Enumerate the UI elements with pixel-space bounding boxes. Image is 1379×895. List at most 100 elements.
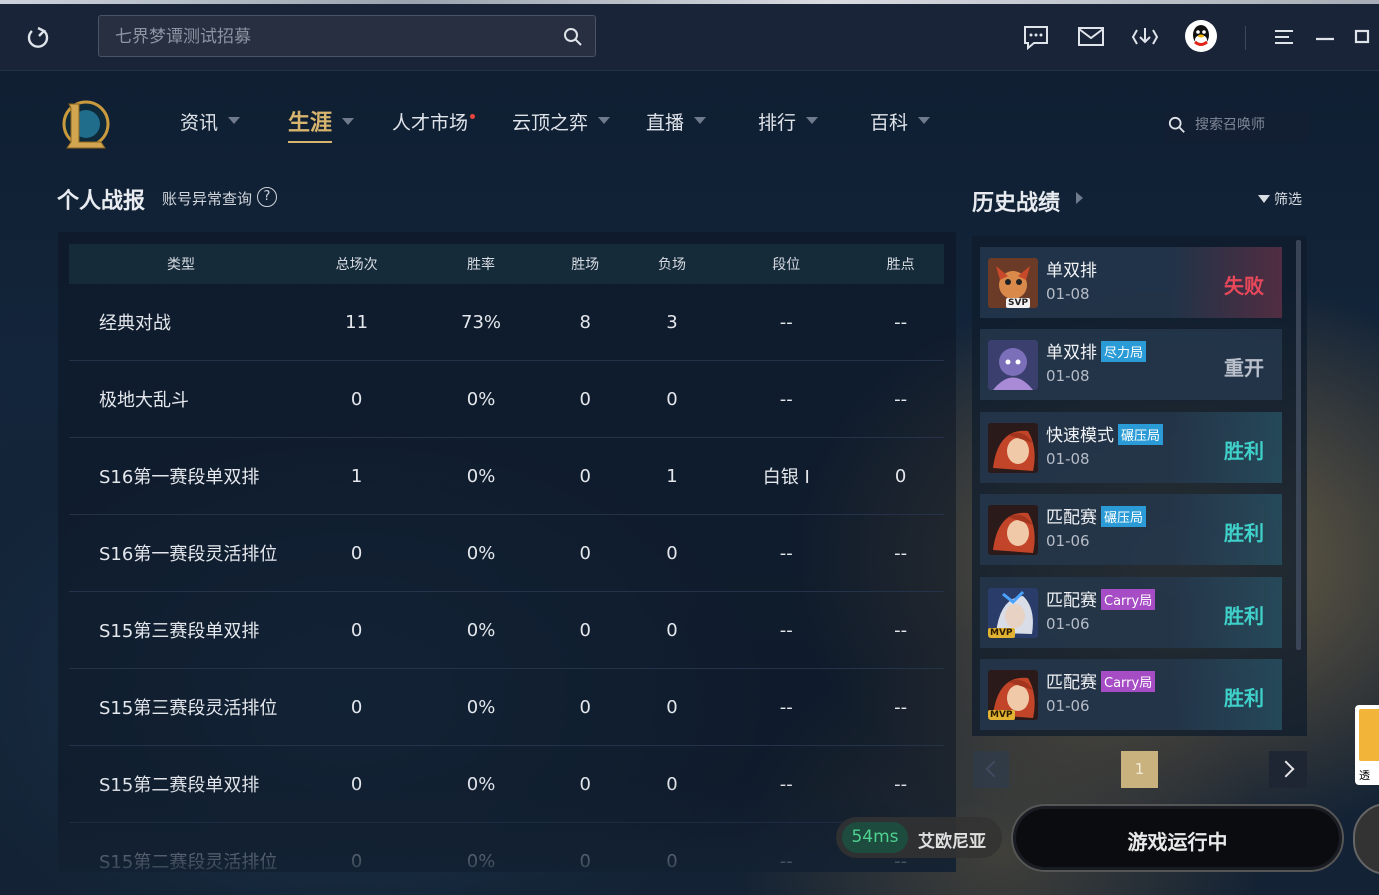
cell-total: 0 <box>293 514 421 592</box>
match-card[interactable]: 匹配赛 碾压局 01-06 胜利 <box>980 494 1282 565</box>
cell-lp: -- <box>857 284 944 361</box>
match-card[interactable]: 快速模式 碾压局 01-08 胜利 <box>980 412 1282 483</box>
nav-career[interactable]: 生涯 <box>288 105 355 143</box>
chevron-down-icon <box>918 117 931 124</box>
chevron-down-icon <box>806 117 819 124</box>
cell-wins: 0 <box>541 437 629 515</box>
chevron-right-icon <box>1277 760 1295 778</box>
download-icon[interactable] <box>1131 24 1159 50</box>
match-tag: 尽力局 <box>1101 340 1147 362</box>
match-result: 胜利 <box>1224 521 1264 545</box>
column-header: 负场 <box>657 257 686 273</box>
cell-rank: -- <box>715 668 858 746</box>
cell-losses: 0 <box>628 591 716 669</box>
minimize-icon[interactable] <box>1313 24 1341 50</box>
side-button[interactable] <box>1353 803 1379 875</box>
match-result: 胜利 <box>1224 686 1264 710</box>
cell-rank: -- <box>715 514 858 592</box>
server-status[interactable]: 54ms 艾欧尼亚 <box>836 817 1002 858</box>
mvp-badge: MVP <box>988 628 1015 638</box>
prev-page-button[interactable] <box>973 751 1009 788</box>
qq-avatar[interactable] <box>1185 20 1217 52</box>
match-mode-label: 单双排 <box>1046 261 1097 281</box>
cell-lp: 0 <box>857 437 944 515</box>
cell-losses: 0 <box>628 514 716 592</box>
notification-dot <box>470 114 476 119</box>
match-mode-label: 匹配赛 <box>1046 508 1097 528</box>
cell-winrate: 0% <box>420 668 542 746</box>
match-date: 01-06 <box>1046 615 1090 633</box>
match-card[interactable]: SVP 单双排 01-08 失败 <box>980 247 1282 318</box>
summoner-search-box[interactable] <box>1165 110 1310 142</box>
cell-total: 0 <box>293 822 421 872</box>
column-header: 胜率 <box>467 257 496 273</box>
cell-type: 极地大乱斗 <box>69 360 293 438</box>
nav-tft[interactable]: 云顶之弈 <box>512 108 611 135</box>
help-icon[interactable]: ? <box>257 187 277 207</box>
cell-lp: -- <box>857 591 944 669</box>
cell-rank: -- <box>715 745 858 823</box>
summoner-search-input[interactable] <box>1193 116 1307 134</box>
search-icon[interactable] <box>1168 116 1186 134</box>
mail-icon[interactable] <box>1077 24 1105 50</box>
match-tag: 碾压局 <box>1118 423 1164 445</box>
mvp-badge: MVP <box>988 710 1015 720</box>
match-card[interactable]: 单双排 尽力局 01-08 重开 <box>980 329 1282 400</box>
restore-icon[interactable] <box>1352 24 1379 50</box>
table-row: S15第二赛段单双排 0 0% 0 0 -- -- <box>69 745 944 823</box>
side-ad[interactable]: 透 <box>1355 705 1379 785</box>
global-search-input[interactable] <box>113 25 547 49</box>
chevron-right-icon[interactable] <box>1076 192 1083 204</box>
global-search-box[interactable] <box>98 15 596 57</box>
nav-talent-market[interactable]: 人才市场 <box>392 108 476 135</box>
refresh-icon[interactable] <box>24 24 52 52</box>
cell-wins: 0 <box>541 745 629 823</box>
cell-type: S16第一赛段单双排 <box>69 437 293 515</box>
next-page-button[interactable] <box>1269 751 1307 788</box>
nav-live[interactable]: 直播 <box>646 108 707 135</box>
lol-logo[interactable] <box>59 96 113 152</box>
match-mode-label: 单双排 <box>1046 343 1097 363</box>
account-check-link[interactable]: 账号异常查询 <box>162 188 252 209</box>
cell-winrate: 73% <box>420 284 542 361</box>
cell-wins: 8 <box>541 284 629 361</box>
cell-wins: 0 <box>541 822 629 872</box>
nav-ranking[interactable]: 排行 <box>758 108 819 135</box>
cell-total: 1 <box>293 437 421 515</box>
champion-avatar: MVP <box>988 670 1038 720</box>
nav-news[interactable]: 资讯 <box>180 108 241 135</box>
cell-rank: -- <box>715 822 858 872</box>
filter-button[interactable]: 筛选 <box>1258 189 1302 209</box>
cell-winrate: 0% <box>420 745 542 823</box>
cell-wins: 0 <box>541 591 629 669</box>
chevron-down-icon <box>228 117 241 124</box>
cell-wins: 0 <box>541 360 629 438</box>
page-number[interactable]: 1 <box>1121 751 1158 788</box>
menu-icon[interactable] <box>1271 24 1299 50</box>
nav-wiki[interactable]: 百科 <box>870 108 931 135</box>
chat-icon[interactable] <box>1022 24 1050 50</box>
chevron-down-icon <box>598 117 611 124</box>
cell-lp: -- <box>857 360 944 438</box>
cell-total: 0 <box>293 591 421 669</box>
search-icon[interactable] <box>563 27 583 47</box>
match-card[interactable]: MVP 匹配赛 Carry局 01-06 胜利 <box>980 659 1282 730</box>
history-title[interactable]: 历史战绩 <box>972 185 1060 217</box>
table-header-row: 类型 总场次 胜率 胜场 负场 段位 胜点 <box>69 244 944 284</box>
cell-total: 0 <box>293 745 421 823</box>
match-card[interactable]: MVP 匹配赛 Carry局 01-06 胜利 <box>980 577 1282 648</box>
cell-losses: 0 <box>628 745 716 823</box>
column-header: 类型 <box>167 257 195 273</box>
cell-lp: -- <box>857 514 944 592</box>
ping-value: 54ms <box>842 822 908 853</box>
history-scrollbar[interactable] <box>1296 240 1301 650</box>
active-underline <box>288 141 332 143</box>
match-result: 胜利 <box>1224 439 1264 463</box>
cell-winrate: 0% <box>420 514 542 592</box>
table-row: 极地大乱斗 0 0% 0 0 -- -- <box>69 360 944 438</box>
column-header: 胜场 <box>571 257 600 273</box>
table-row: S15第三赛段单双排 0 0% 0 0 -- -- <box>69 591 944 669</box>
match-date: 01-06 <box>1046 532 1090 550</box>
match-date: 01-08 <box>1046 450 1090 468</box>
play-button[interactable]: 游戏运行中 <box>1011 804 1344 872</box>
